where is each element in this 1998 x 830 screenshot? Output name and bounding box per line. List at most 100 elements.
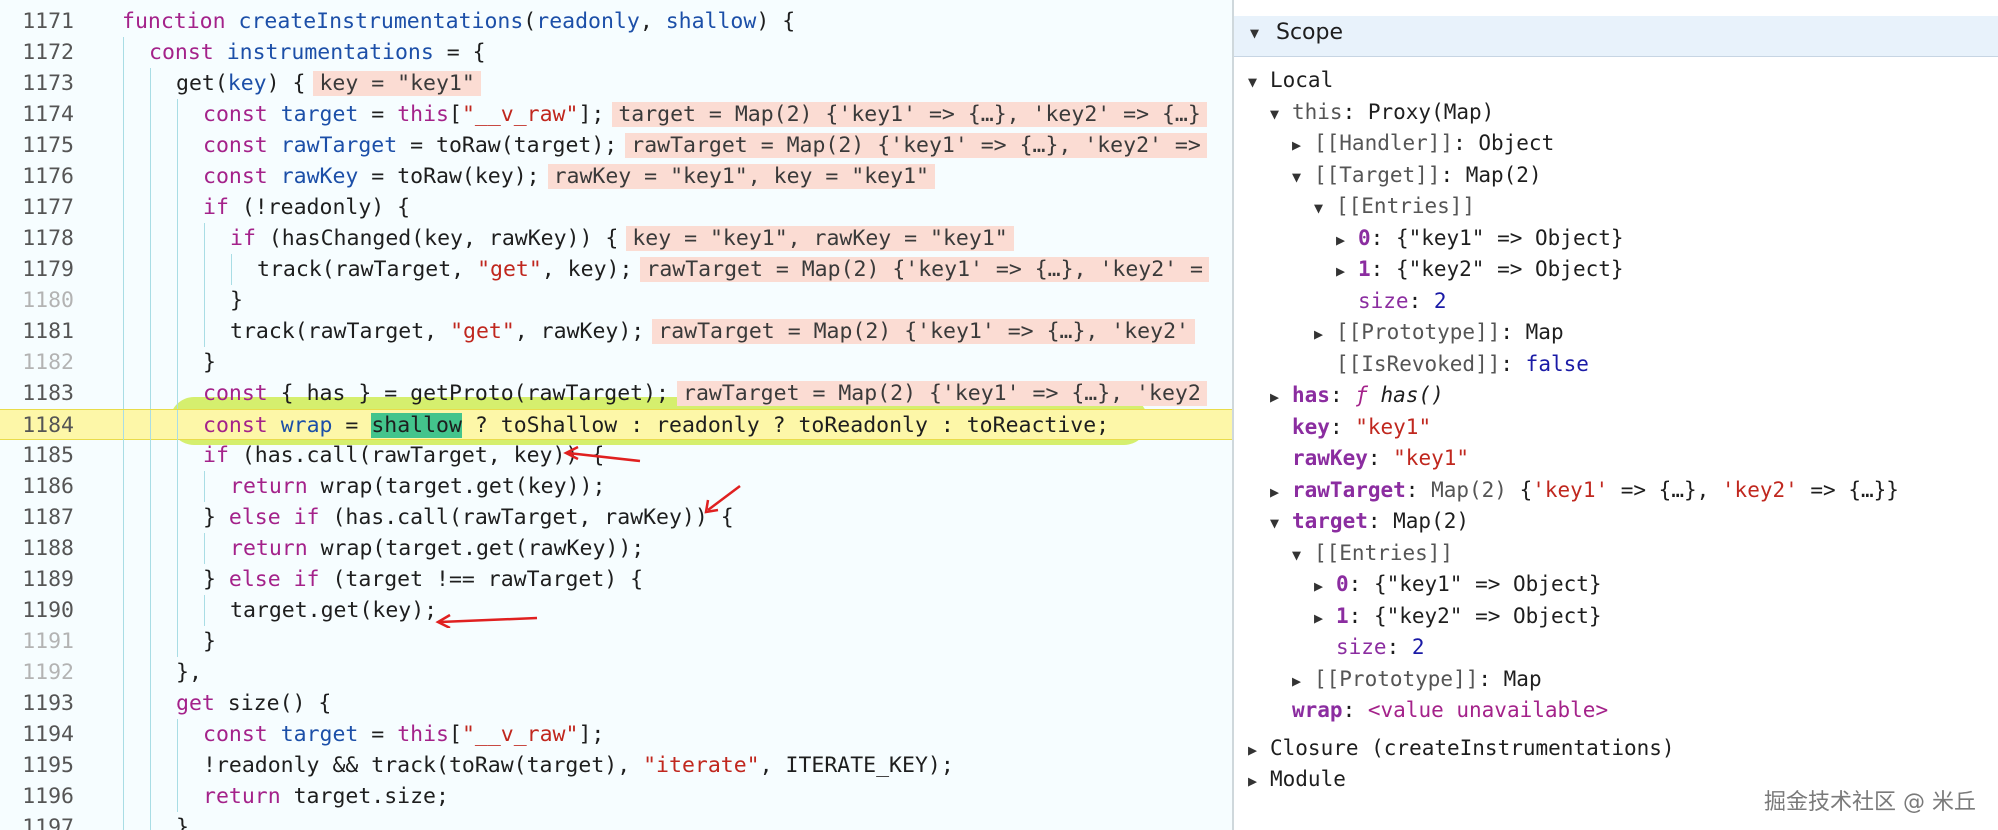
scope-entry-text: rawTarget: Map(2) {'key1' => {…}, 'key2'… (1292, 477, 1899, 502)
line-number[interactable]: 1191 (0, 626, 74, 657)
expanded-triangle-icon[interactable]: ▼ (1248, 66, 1270, 98)
line-number[interactable]: 1186 (0, 471, 74, 502)
scope-entry-text: Local (1270, 68, 1334, 92)
indent-guide (204, 533, 205, 564)
collapsed-triangle-icon[interactable]: ▶ (1270, 381, 1292, 413)
collapsed-triangle-icon[interactable]: ▶ (1314, 318, 1336, 350)
code-line: 1191} (0, 626, 1232, 657)
scope-tree-row[interactable]: ▶ has: ƒ has() (1270, 379, 1444, 411)
expanded-triangle-icon[interactable]: ▼ (1292, 539, 1314, 571)
scope-tree-row[interactable]: ▼ [[Target]]: Map(2) (1292, 159, 1542, 191)
scope-entry-text: [[Entries]] (1314, 540, 1454, 565)
scope-tree-row[interactable]: ▼ [[Entries]] (1292, 537, 1453, 569)
indent-guide (204, 471, 205, 502)
code-line-current: 1184 const wrap = shallow ? toShallow : r… (0, 409, 1232, 441)
scope-entry-text: size: 2 (1336, 635, 1425, 659)
indent-guide (177, 130, 178, 161)
collapsed-triangle-icon[interactable]: ▶ (1292, 129, 1314, 161)
line-number[interactable]: 1176 (0, 161, 74, 192)
scope-tree-row[interactable]: ▶ rawTarget: Map(2) {'key1' => {…}, 'key2… (1270, 474, 1899, 506)
line-number[interactable]: 1192 (0, 657, 74, 688)
scope-tree-row[interactable]: ▶ [[Prototype]]: Map (1292, 663, 1542, 695)
scope-tree-row[interactable]: ▶ 0: {"key1" => Object} (1336, 222, 1624, 254)
line-number[interactable]: 1180 (0, 285, 74, 316)
collapsed-triangle-icon[interactable]: ▶ (1314, 570, 1336, 602)
scope-top-strip (1234, 0, 1998, 16)
line-number[interactable]: 1178 (0, 223, 74, 254)
indent-guide (150, 254, 151, 285)
indent-guide (123, 37, 124, 68)
indent-guide (177, 223, 178, 254)
scope-tree-row: wrap: <value unavailable> (1270, 694, 1608, 726)
scope-entry-text: wrap: <value unavailable> (1292, 698, 1609, 722)
line-number[interactable]: 1190 (0, 595, 74, 626)
line-number[interactable]: 1174 (0, 99, 74, 130)
scope-tree-row[interactable]: ▼ this: Proxy(Map) (1270, 96, 1494, 128)
collapsed-triangle-icon[interactable]: ▶ (1314, 602, 1336, 634)
line-number[interactable]: 1193 (0, 688, 74, 719)
line-number[interactable]: 1171 (0, 6, 74, 37)
scope-tree-row[interactable]: ▶ Module (1248, 763, 1346, 795)
scope-tree-row[interactable]: ▼ [[Entries]] (1314, 190, 1475, 222)
scope-section-header[interactable]: ▼ Scope (1234, 16, 1998, 57)
indent-guide (123, 223, 124, 254)
line-number[interactable]: 1196 (0, 781, 74, 812)
scope-tree-row[interactable]: ▶ [[Handler]]: Object (1292, 127, 1554, 159)
indent-guide (150, 68, 151, 99)
indent-guide (204, 223, 205, 254)
indent-guide (177, 347, 178, 378)
scope-tree-row[interactable]: ▶ 1: {"key2" => Object} (1336, 253, 1624, 285)
expanded-triangle-icon[interactable]: ▼ (1292, 161, 1314, 193)
line-number[interactable]: 1179 (0, 254, 74, 285)
indent-guide (150, 626, 151, 657)
collapsed-triangle-icon[interactable]: ▶ (1248, 765, 1270, 797)
scope-entry-text: [[Prototype]]: Map (1336, 320, 1564, 344)
annotation-arrow-1187 (704, 485, 741, 514)
line-number[interactable]: 1187 (0, 502, 74, 533)
line-number[interactable]: 1189 (0, 564, 74, 595)
indent-guide (123, 285, 124, 316)
collapsed-triangle-icon[interactable]: ▶ (1336, 255, 1358, 287)
expanded-triangle-icon[interactable]: ▼ (1314, 192, 1336, 224)
scope-tree-row[interactable]: ▼ target: Map(2) (1270, 505, 1469, 537)
indent-guide (231, 254, 232, 285)
line-number[interactable]: 1173 (0, 68, 74, 99)
collapsed-triangle-icon[interactable]: ▶ (1270, 476, 1292, 508)
code-line: 1173 get(key) {key = "key1" (0, 68, 1232, 99)
line-number[interactable]: 1175 (0, 130, 74, 161)
line-number[interactable]: 1181 (0, 316, 74, 347)
scope-entry-text: [[Handler]]: Object (1314, 131, 1555, 155)
indent-guide (123, 719, 124, 750)
line-number[interactable]: 1183 (0, 378, 74, 409)
code-text: return target.size; (203, 784, 449, 809)
line-number[interactable]: 1177 (0, 192, 74, 223)
scope-tree-row[interactable]: ▶ [[Prototype]]: Map (1314, 316, 1564, 348)
code-editor: 1171 function createInstrumentations(read… (0, 0, 1232, 830)
scope-tree-row[interactable]: ▼ Local (1248, 64, 1333, 96)
expanded-triangle-icon[interactable]: ▼ (1270, 507, 1292, 539)
code-text: const target = this["__v_raw"]; (203, 722, 605, 747)
indent-guide (150, 99, 151, 130)
line-number[interactable]: 1185 (0, 440, 74, 471)
code-line: 1183 const { has } = getProto(rawTarget);… (0, 378, 1232, 409)
scope-tree-row[interactable]: ▶ 0: {"key1" => Object} (1314, 568, 1602, 600)
scope-tree-row[interactable]: ▶ 1: {"key2" => Object} (1314, 600, 1602, 632)
collapsed-triangle-icon[interactable]: ▶ (1292, 665, 1314, 697)
scope-tree-row[interactable]: ▶ Closure (createInstrumentations) (1248, 732, 1675, 764)
line-number[interactable]: 1188 (0, 533, 74, 564)
line-number[interactable]: 1197 (0, 812, 74, 830)
line-number[interactable]: 1184 (0, 410, 74, 441)
expanded-triangle-icon[interactable]: ▼ (1270, 98, 1292, 130)
code-line: 1176 const rawKey = toRaw(key); rawKey = "… (0, 161, 1232, 192)
code-text: const rawKey = toRaw(key); rawKey = "key1… (203, 161, 935, 192)
scope-tree-row: key: "key1" (1270, 411, 1431, 443)
code-text: } (203, 629, 216, 654)
collapsed-triangle-icon[interactable]: ▶ (1248, 734, 1270, 766)
line-number[interactable]: 1195 (0, 750, 74, 781)
line-number[interactable]: 1172 (0, 37, 74, 68)
collapsed-triangle-icon[interactable]: ▶ (1336, 224, 1358, 256)
indent-guide (150, 130, 151, 161)
line-number[interactable]: 1194 (0, 719, 74, 750)
line-number[interactable]: 1182 (0, 347, 74, 378)
scope-tree-row: rawKey: "key1" (1270, 442, 1469, 474)
